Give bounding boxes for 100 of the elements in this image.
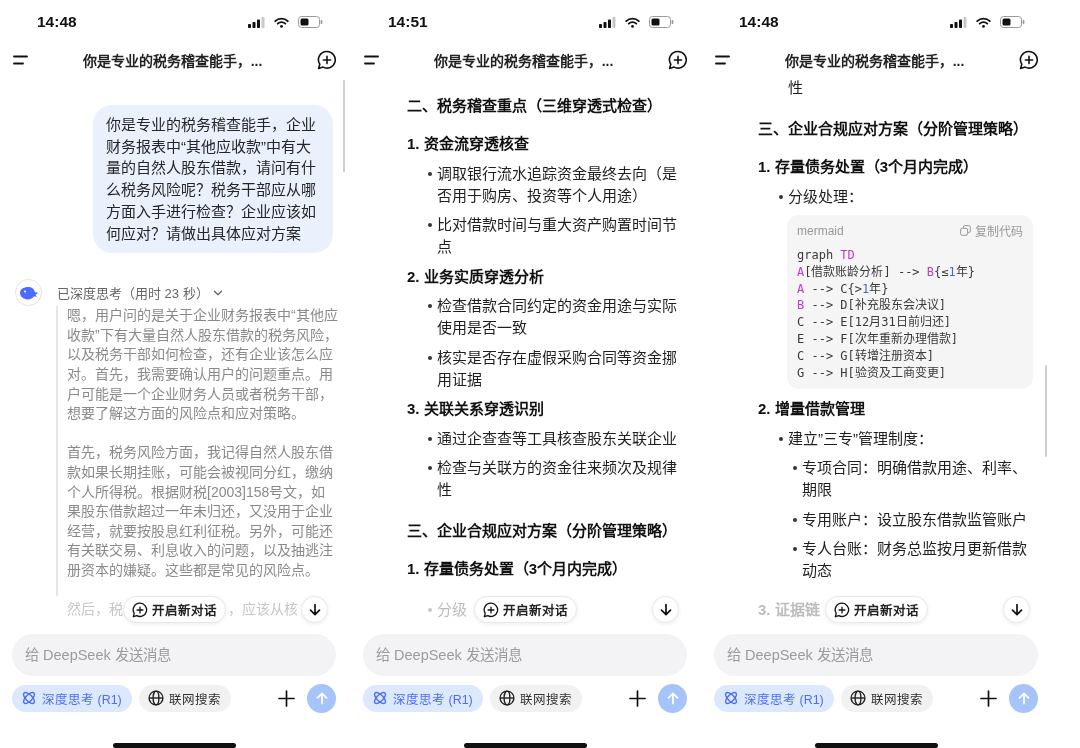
plus-icon[interactable] xyxy=(278,689,295,707)
bullet-icon xyxy=(793,547,797,552)
list-item-text: 调取银行流水追踪资金最终去向（是否用于购房、投资等个人用途） xyxy=(437,163,678,206)
faded-text: ，应该从核 xyxy=(227,599,298,619)
status-time: 14:48 xyxy=(37,13,77,31)
code-language-label: mermaid xyxy=(797,223,844,238)
chat-plus-icon[interactable] xyxy=(668,50,688,70)
chat-plus-icon xyxy=(482,601,499,618)
chat-title: 你是专业的税务稽查能手，... xyxy=(783,52,966,70)
signal-icon xyxy=(599,16,616,28)
section-heading: 三、企业合规应对方案（分阶管理策略） xyxy=(407,521,678,541)
faded-text: 3. 证据链 xyxy=(758,599,820,620)
list-item-text: 专项合同：明确借款用途、利率、期限 xyxy=(802,458,1028,501)
status-time: 14:51 xyxy=(388,13,428,31)
list-item-text: 分级处理： xyxy=(788,186,863,207)
faded-text: 分级 xyxy=(437,599,467,620)
reasoning-toggle[interactable]: 深度思考 (R1) xyxy=(714,684,834,712)
code-line: C --> E[12月31日前归还] xyxy=(797,314,952,332)
reasoning-toggle[interactable]: 深度思考 (R1) xyxy=(12,684,132,712)
message-input[interactable]: 给 DeepSeek 发送消息 xyxy=(714,634,1038,676)
search-toggle[interactable]: 联网搜索 xyxy=(138,684,231,712)
menu-icon[interactable] xyxy=(13,55,28,65)
chat-title: 你是专业的税务稽查能手，... xyxy=(432,52,615,70)
wifi-icon xyxy=(274,16,289,28)
chat-plus-icon[interactable] xyxy=(1019,50,1039,70)
scroll-down-button[interactable] xyxy=(652,596,679,623)
battery-icon xyxy=(1000,16,1025,28)
list-heading: 1. 存量债务处置（3个月内完成） xyxy=(407,559,629,579)
bullet-icon xyxy=(428,466,432,470)
reasoning-toggle[interactable]: 深度思考 (R1) xyxy=(363,684,483,712)
list-item-text: 建立”三专”管理制度： xyxy=(788,428,933,449)
wifi-icon xyxy=(625,16,640,28)
menu-icon[interactable] xyxy=(364,55,379,65)
arrow-up-icon xyxy=(1016,691,1031,705)
whale-logo-icon xyxy=(15,279,42,307)
new-chat-button[interactable]: 开启新对话 xyxy=(122,596,226,623)
chat-plus-icon xyxy=(131,601,148,618)
arrow-down-icon xyxy=(658,602,673,617)
scroll-down-button[interactable] xyxy=(301,596,328,623)
bullet-icon xyxy=(428,304,432,308)
battery-icon xyxy=(649,16,674,28)
list-heading: 1. 资金流穿透核查 xyxy=(407,134,530,154)
globe-icon xyxy=(849,690,866,706)
bullet-icon xyxy=(793,466,797,471)
bullet-icon xyxy=(428,607,432,612)
thinking-toggle[interactable]: 已深度思考（用时 23 秒） xyxy=(56,279,223,307)
bullet-icon xyxy=(428,223,432,227)
code-line: A[借款账龄分析] --> B{≤1年} xyxy=(797,263,976,281)
menu-icon[interactable] xyxy=(715,55,730,65)
arrow-down-icon xyxy=(307,602,322,617)
thought-paragraph: 嗯，用户问的是关于企业财务报表中“其他应收款”下有大量自然人股东借款的税务风险，以及税务干部如何检查，还有企业该怎么应对。首先，我需要确认用户的问题重点。用户可能是一个企业财务人员或者税务干部，想要了解这方面的风险点和应对策略。 xyxy=(67,306,339,424)
thought-paragraph: 首先，税务风险方面，我记得自然人股东借款如果长期挂账，可能会被视同分红，缴纳个人所得税。根据财税[2003]158号文，如果股东借款超过一年未归还，又没用于企业经营，就要按股息红利征税。另外，可能还有关联交易、利息收入的问题，以及抽逃注册资本的嫌疑。这些都是常见的风险点。 xyxy=(67,443,334,580)
message-input[interactable]: 给 DeepSeek 发送消息 xyxy=(363,634,687,676)
message-input[interactable]: 给 DeepSeek 发送消息 xyxy=(12,634,336,676)
user-message: 你是专业的税务稽查能手，企业财务报表中“其他应收款”中有大量的自然人股东借款，请问有什么税务风险呢？税务干部应从哪方面入手进行检查？企业应该如何应对？请做出具体应对方案 xyxy=(93,105,333,254)
globe-icon xyxy=(498,690,515,706)
arrow-up-icon xyxy=(665,691,680,705)
battery-icon xyxy=(298,16,323,28)
list-item-text: 检查与关联方的资金往来频次及规律性 xyxy=(437,458,678,500)
chat-plus-icon xyxy=(833,601,850,618)
atom-icon xyxy=(21,690,37,706)
list-item-text: 专用账户：设立股东借款监管账户 xyxy=(802,509,1027,530)
copy-icon xyxy=(960,225,971,236)
list-item-text: 通过企查查等工具核查股东关联企业 xyxy=(437,428,677,449)
arrow-up-icon xyxy=(314,691,329,705)
bullet-icon xyxy=(428,355,432,360)
list-item-text: 专人台账：财务总监按月更新借款动态 xyxy=(802,539,1028,582)
code-line: G --> H[验资及工商变更] xyxy=(797,364,948,382)
plus-icon[interactable] xyxy=(629,689,646,707)
bullet-icon xyxy=(793,517,797,522)
chat-plus-icon[interactable] xyxy=(317,50,337,70)
code-line: E --> F[次年重新办理借款] xyxy=(797,331,960,348)
list-item-text: 核实是否存在虚假采购合同等资金挪用证据 xyxy=(437,347,678,390)
search-toggle[interactable]: 联网搜索 xyxy=(840,684,933,712)
code-line: graph TD xyxy=(797,247,856,264)
section-heading: 二、税务稽查重点（三维穿透式检查） xyxy=(407,96,663,116)
list-item-text: 检查借款合同约定的资金用途与实际使用是否一致 xyxy=(437,296,678,338)
atom-icon xyxy=(372,690,388,706)
list-item-text: 性 xyxy=(788,78,804,98)
list-heading: 2. 增量借款管理 xyxy=(758,399,866,420)
signal-icon xyxy=(950,16,967,28)
list-heading: 3. 关联关系穿透识别 xyxy=(407,399,545,419)
new-chat-button[interactable]: 开启新对话 xyxy=(824,596,928,623)
scroll-down-button[interactable] xyxy=(1003,596,1030,623)
globe-icon xyxy=(147,690,164,706)
code-line: A --> C{>1年} xyxy=(797,280,890,298)
status-time: 14:48 xyxy=(739,13,779,31)
bullet-icon xyxy=(779,194,783,199)
faded-text: 然后，税 xyxy=(67,599,123,619)
section-heading: 三、企业合规应对方案（分阶管理策略） xyxy=(758,119,1029,139)
arrow-down-icon xyxy=(1009,602,1024,617)
search-toggle[interactable]: 联网搜索 xyxy=(489,684,582,712)
wifi-icon xyxy=(976,16,991,28)
signal-icon xyxy=(248,16,265,28)
new-chat-button[interactable]: 开启新对话 xyxy=(473,596,577,623)
bullet-icon xyxy=(428,436,432,441)
bullet-icon xyxy=(779,436,783,441)
chat-title: 你是专业的税务稽查能手，... xyxy=(81,52,264,70)
code-line: C --> G[转增注册资本] xyxy=(797,347,936,365)
plus-icon[interactable] xyxy=(980,689,997,707)
